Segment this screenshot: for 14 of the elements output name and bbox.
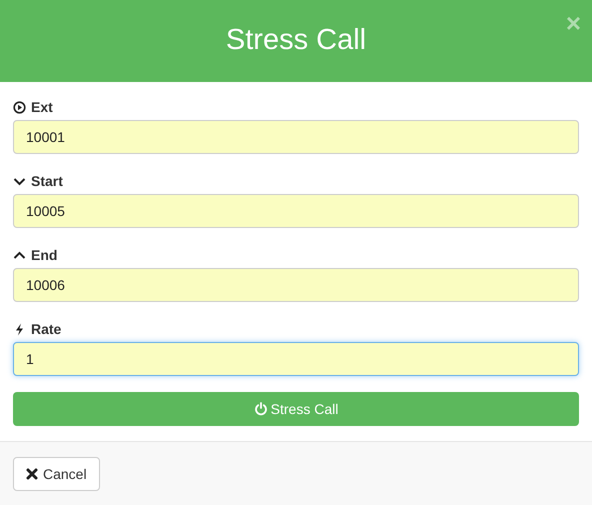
close-icon: [26, 468, 38, 480]
power-icon: [254, 402, 268, 416]
play-circle-icon: [13, 100, 26, 114]
input-field[interactable]: 10001: [13, 120, 579, 154]
cancel-button[interactable]: Cancel: [13, 457, 100, 491]
field-label: End: [31, 246, 58, 264]
input-field[interactable]: 1: [13, 342, 579, 376]
input-field[interactable]: 10005: [13, 194, 579, 228]
field-label: Ext: [31, 98, 53, 116]
input-field[interactable]: 10006: [13, 268, 579, 302]
dialog-title: Stress Call: [226, 23, 366, 58]
lightning-icon: [13, 322, 26, 336]
field-label: Start: [31, 172, 63, 190]
field-label: Rate: [31, 320, 62, 338]
